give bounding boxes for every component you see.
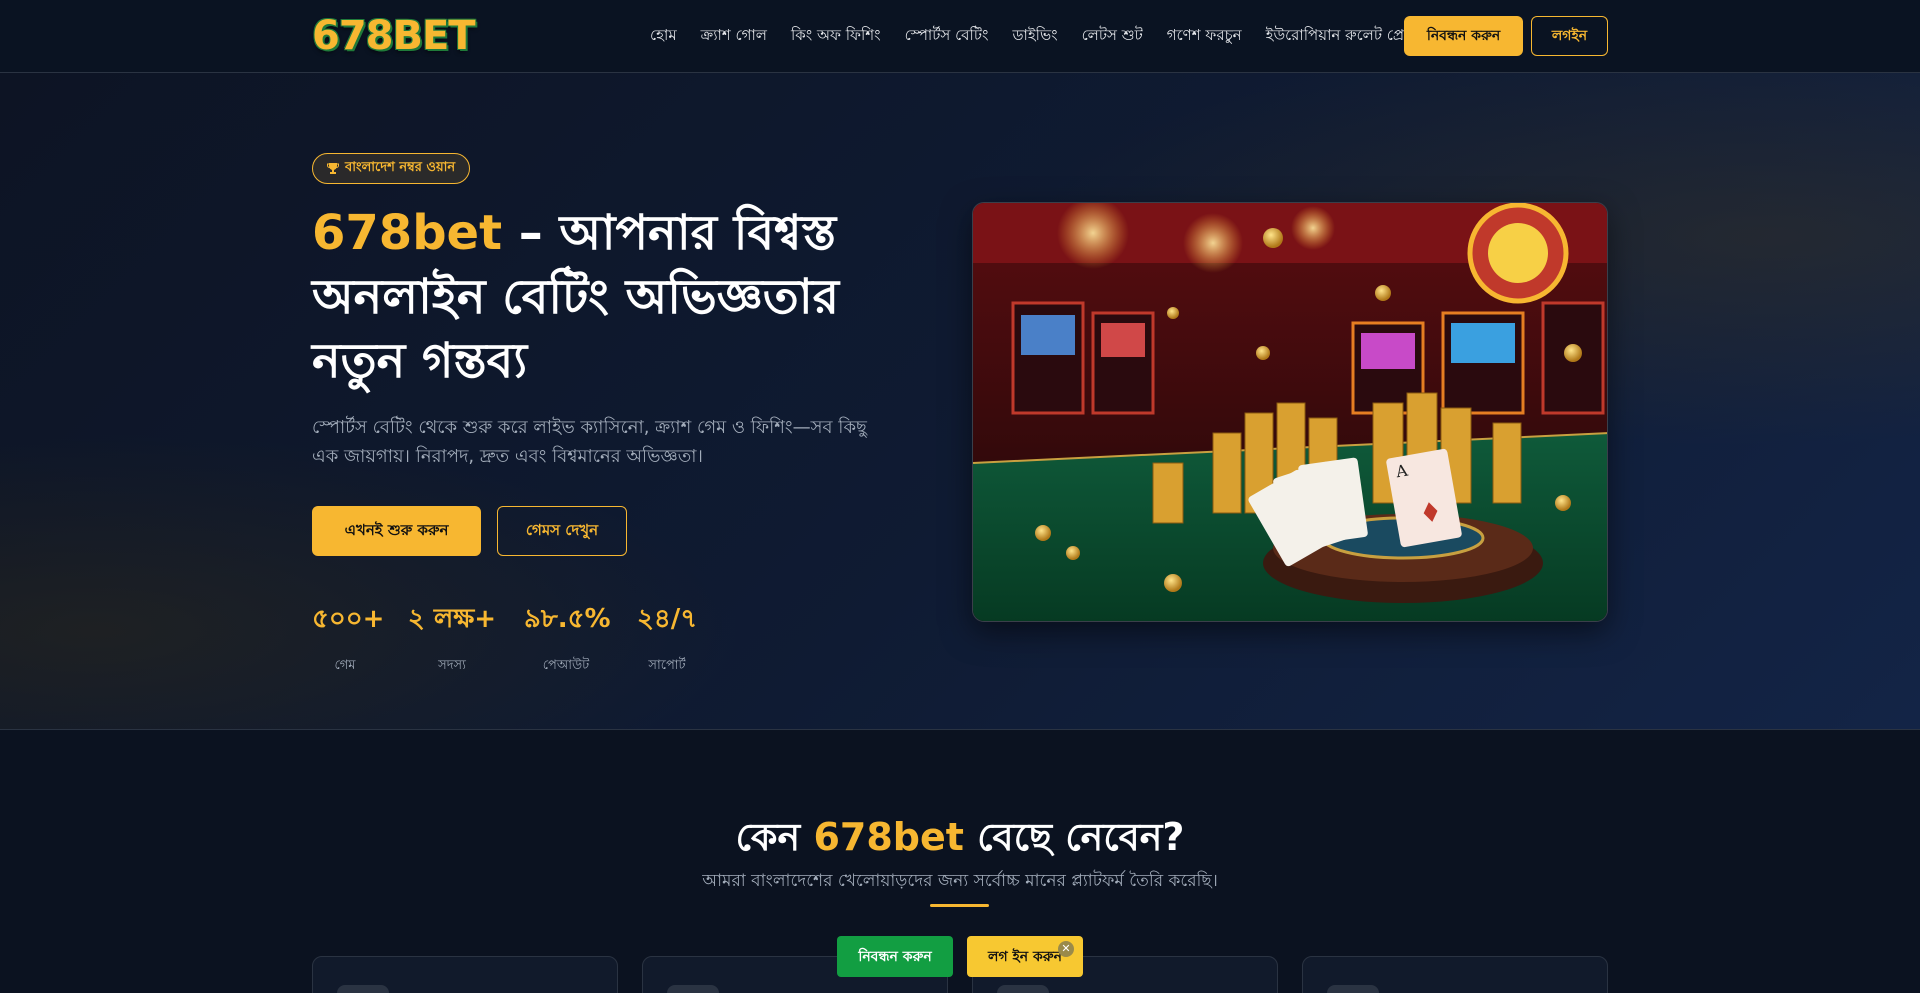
stat-value: ৯৮.৫% [524,604,611,634]
section-divider [930,904,989,907]
stat-label: পেআউট [542,658,590,673]
feature-card-icon [667,985,719,993]
register-button[interactable]: নিবন্ধন করুন [1404,16,1523,56]
hero-casino-image: A [972,202,1608,622]
feature-card-icon [1327,985,1379,993]
hero-title-brand: 678bet [312,205,503,261]
hero-title: 678bet – আপনার বিশ্বস্ত অনলাইন বেটিং অভি… [312,201,912,393]
nav-link-crash-goal[interactable]: ক্র্যাশ গোল [701,24,767,49]
stat-members: ২ লক্ষ+ সদস্য [407,598,497,677]
stat-label: সাপোর্ট [648,658,686,673]
hero-section: বাংলাদেশ নম্বর ওয়ান 678bet – আপনার বিশ্… [0,73,1920,730]
stat-value: ২৪/৭ [637,604,698,634]
stat-label: গেম [334,658,356,673]
top-navbar: 678BET হোম ক্র্যাশ গোল কিং অফ ফিশিং স্পো… [0,0,1920,73]
why-section-title: কেন 678bet বেছে নেবেন? [0,808,1920,872]
nav-link-ganesh-fortune[interactable]: গণেশ ফরচুন [1167,24,1242,49]
stat-label: সদস্য [438,658,466,673]
hero-description: স্পোর্টস বেটিং থেকে শুরু করে লাইভ ক্যাসি… [312,417,867,467]
stat-value: ৫০০+ [312,604,385,634]
feature-card-icon [337,985,389,993]
why-title-post: বেছে নেবেন? [963,815,1185,859]
nav-link-sports-betting[interactable]: স্পোর্টস বেটিং [905,24,989,49]
feature-card [1302,956,1608,993]
trophy-icon [327,163,339,174]
why-section-subtitle: আমরা বাংলাদেশের খেলোয়াড়দের জন্য সর্বোচ… [702,871,1218,891]
close-icon[interactable]: ✕ [1058,941,1074,957]
nav-link-home[interactable]: হোম [650,24,677,49]
hero-badge-label: বাংলাদেশ নম্বর ওয়ান [345,160,456,175]
site-logo[interactable]: 678BET [312,14,476,58]
start-now-button[interactable]: এখনই শুরু করুন [312,506,481,556]
login-button[interactable]: লগইন [1531,16,1608,56]
nav-link-european-roulette[interactable]: ইউরোপিয়ান রুলেট প্রো [1266,24,1409,49]
nav-link-king-of-fishing[interactable]: কিং অফ ফিশিং [791,24,881,49]
casino-illustration: A [973,203,1607,621]
stat-games: ৫০০+ গেম [312,598,385,677]
why-title-pre: কেন [735,815,814,859]
feature-card-icon [997,985,1049,993]
sticky-register-button[interactable]: নিবন্ধন করুন [837,936,953,977]
stat-value: ২ লক্ষ+ [407,604,497,634]
stat-payout: ৯৮.৫% পেআউট [524,598,611,677]
feature-card [312,956,618,993]
view-games-button[interactable]: গেমস দেখুন [497,506,627,556]
why-title-brand: 678bet [813,815,964,859]
hero-badge: বাংলাদেশ নম্বর ওয়ান [312,153,471,184]
stat-support: ২৪/৭ সাপোর্ট [637,598,697,677]
main-nav: হোম ক্র্যাশ গোল কিং অফ ফিশিং স্পোর্টস বে… [650,0,1432,73]
nav-link-lets-shoot[interactable]: লেটস শুট [1082,24,1143,49]
nav-link-diving[interactable]: ডাইভিং [1012,24,1057,49]
